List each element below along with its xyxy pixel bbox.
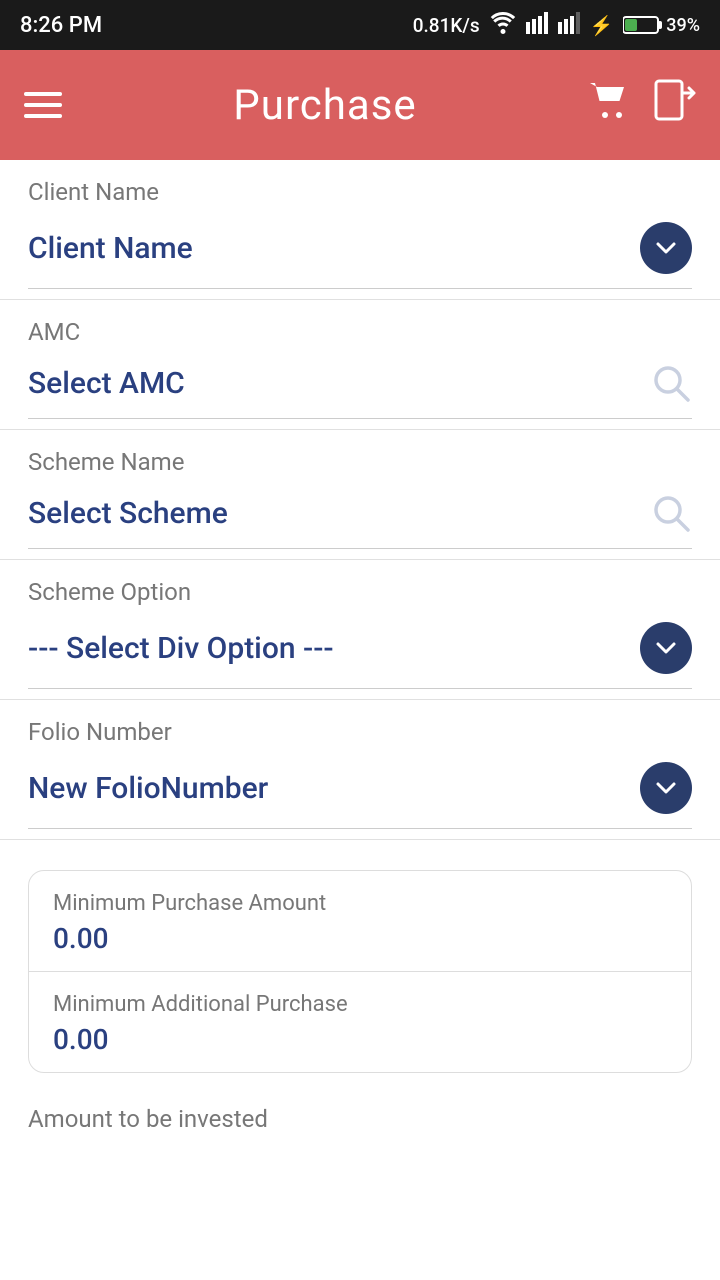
app-bar-title: Purchase bbox=[233, 81, 416, 130]
amc-search-button[interactable] bbox=[650, 362, 692, 404]
amc-row: Select AMC bbox=[28, 354, 692, 419]
exit-icon[interactable] bbox=[654, 79, 696, 131]
client-name-section: Client Name Client Name bbox=[0, 160, 720, 300]
folio-number-value[interactable]: New FolioNumber bbox=[28, 771, 268, 806]
status-icons: 0.81K/s ⚡ bbox=[413, 12, 700, 39]
scheme-option-dropdown[interactable] bbox=[640, 622, 692, 674]
amc-section: AMC Select AMC bbox=[0, 300, 720, 430]
scheme-search-button[interactable] bbox=[650, 492, 692, 534]
info-card: Minimum Purchase Amount 0.00 Minimum Add… bbox=[28, 870, 692, 1073]
scheme-option-section: Scheme Option --- Select Div Option --- bbox=[0, 560, 720, 700]
folio-number-row: New FolioNumber bbox=[28, 754, 692, 829]
battery-indicator: 39% bbox=[623, 15, 700, 36]
amc-label: AMC bbox=[28, 318, 692, 346]
app-bar-actions bbox=[588, 79, 696, 131]
scheme-name-section: Scheme Name Select Scheme bbox=[0, 430, 720, 560]
wifi-icon bbox=[490, 12, 516, 39]
app-bar: Purchase bbox=[0, 50, 720, 160]
client-name-dropdown[interactable] bbox=[640, 222, 692, 274]
signal2-icon bbox=[558, 12, 580, 39]
bolt-icon: ⚡ bbox=[590, 14, 614, 37]
scheme-name-value[interactable]: Select Scheme bbox=[28, 496, 228, 531]
min-purchase-label: Minimum Purchase Amount bbox=[53, 891, 667, 916]
scheme-name-label: Scheme Name bbox=[28, 448, 692, 476]
client-name-row: Client Name bbox=[28, 214, 692, 289]
min-additional-row: Minimum Additional Purchase 0.00 bbox=[29, 971, 691, 1072]
amount-label: Amount to be invested bbox=[0, 1083, 720, 1133]
signal-icon bbox=[526, 12, 548, 39]
hamburger-menu[interactable] bbox=[24, 92, 62, 118]
scheme-option-row: --- Select Div Option --- bbox=[28, 614, 692, 689]
status-time: 8:26 PM bbox=[20, 13, 102, 38]
scheme-name-row: Select Scheme bbox=[28, 484, 692, 549]
min-additional-label: Minimum Additional Purchase bbox=[53, 992, 667, 1017]
client-name-label: Client Name bbox=[28, 178, 692, 206]
main-content: Client Name Client Name AMC Select AMC S… bbox=[0, 160, 720, 1133]
network-speed: 0.81K/s bbox=[413, 14, 480, 37]
amc-value[interactable]: Select AMC bbox=[28, 366, 185, 401]
cart-icon[interactable] bbox=[588, 81, 630, 129]
folio-number-section: Folio Number New FolioNumber bbox=[0, 700, 720, 840]
client-name-value[interactable]: Client Name bbox=[28, 231, 193, 266]
min-purchase-row: Minimum Purchase Amount 0.00 bbox=[29, 871, 691, 971]
scheme-option-label: Scheme Option bbox=[28, 578, 692, 606]
status-bar: 8:26 PM 0.81K/s ⚡ bbox=[0, 0, 720, 50]
folio-number-dropdown[interactable] bbox=[640, 762, 692, 814]
min-additional-value: 0.00 bbox=[53, 1023, 667, 1056]
min-purchase-value: 0.00 bbox=[53, 922, 667, 955]
scheme-option-value[interactable]: --- Select Div Option --- bbox=[28, 631, 334, 666]
folio-number-label: Folio Number bbox=[28, 718, 692, 746]
